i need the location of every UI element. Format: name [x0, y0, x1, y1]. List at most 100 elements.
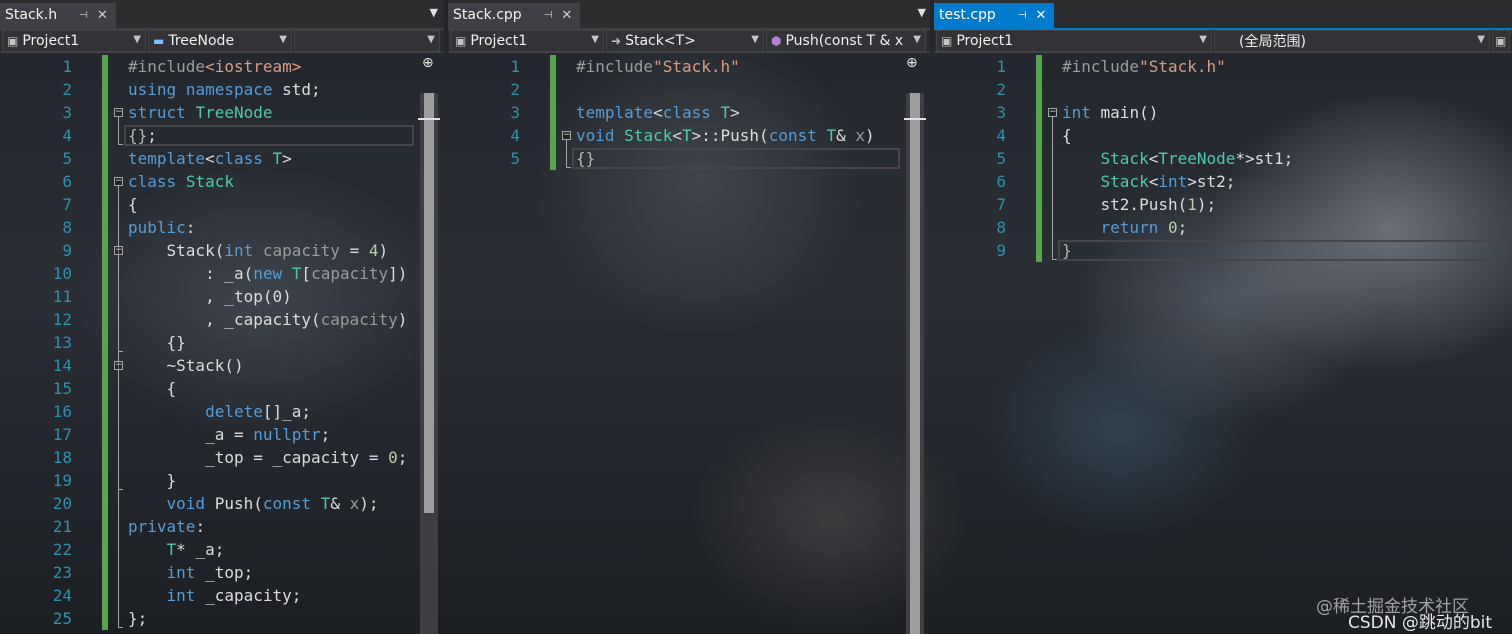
code-token: Stack	[1100, 172, 1149, 191]
code-line[interactable]: _top = _capacity = 0;	[128, 446, 407, 469]
code-line[interactable]: class Stack	[128, 170, 234, 193]
code-line[interactable]: private:	[128, 515, 205, 538]
code-line[interactable]: void Stack<T>::Push(const T& x)	[576, 124, 875, 147]
code-line[interactable]: ~Stack()	[128, 354, 244, 377]
code-token: template	[576, 103, 654, 122]
code-token: :	[185, 218, 196, 237]
code-line[interactable]: Stack<int>st2;	[1062, 170, 1236, 193]
line-number: 13	[52, 333, 72, 352]
code-line[interactable]: : _a(new T[capacity])	[128, 262, 407, 285]
code-line[interactable]: int _capacity;	[128, 584, 302, 607]
fold-guide-end	[118, 351, 123, 352]
code-line[interactable]: template<class T>	[128, 147, 292, 170]
close-icon[interactable]: ✕	[1036, 3, 1047, 28]
chevron-down-icon: ▼	[1477, 34, 1485, 45]
code-line[interactable]: }	[128, 469, 177, 492]
code-line[interactable]: {	[128, 193, 138, 216]
code-line[interactable]: st2.Push(1);	[1062, 193, 1217, 216]
scrollbar-thumb[interactable]	[424, 93, 434, 513]
project-dropdown[interactable]: ▣ Project1 ▼	[2, 30, 146, 52]
tab-stack-h[interactable]: Stack.h ⊣ ✕	[0, 3, 116, 28]
code-line[interactable]: Stack(int capacity = 4)	[128, 239, 389, 262]
scrollbar-thumb[interactable]	[910, 93, 920, 634]
pin-icon[interactable]: ⊣	[1018, 3, 1027, 28]
fold-collapse-icon[interactable]: −	[114, 177, 123, 186]
code-token: int	[224, 241, 254, 260]
code-token: Stack(	[128, 241, 225, 260]
chevron-down-icon: ▼	[1199, 34, 1207, 45]
code-editor[interactable]: − 1 #include"Stack.h" 2 3 int main() 4 {5 Stack…	[934, 53, 1512, 634]
split-window-icon[interactable]: ⊕	[906, 55, 918, 71]
code-line[interactable]: #include"Stack.h"	[1062, 55, 1226, 78]
fold-collapse-icon[interactable]: −	[114, 246, 123, 255]
project-dropdown[interactable]: ▣ Project1 ▼	[936, 30, 1212, 52]
close-icon[interactable]: ✕	[97, 3, 108, 28]
vertical-scrollbar[interactable]	[418, 93, 440, 634]
fold-collapse-icon[interactable]: −	[114, 108, 123, 117]
tab-label: Stack.h	[5, 7, 58, 23]
project-icon: ▣	[941, 34, 953, 48]
navigation-bar: ▣ Project1 ▼ (全局范围) ▼ ▣	[934, 30, 1512, 53]
tab-overflow-dropdown-icon[interactable]: ▼	[430, 6, 438, 19]
code-token: _top;	[195, 563, 254, 582]
close-icon[interactable]: ✕	[561, 3, 572, 28]
code-line[interactable]: {	[1062, 124, 1072, 147]
member-dropdown[interactable]: ▣	[1492, 30, 1510, 52]
tab-stack-cpp[interactable]: Stack.cpp ⊣ ✕	[448, 3, 581, 28]
vertical-scrollbar[interactable]	[904, 93, 926, 634]
code-line[interactable]: int _top;	[128, 561, 254, 584]
code-line[interactable]: {}	[128, 331, 186, 354]
editor-pane-stack-cpp: Stack.cpp ⊣ ✕ ▼ ▣ Project1 ▼ ➜ Stack<T> …	[448, 0, 930, 634]
code-token: x	[855, 126, 866, 145]
code-line[interactable]: #include"Stack.h"	[576, 55, 740, 78]
code-token: "Stack.h"	[1139, 57, 1226, 76]
code-token: , _top(0)	[128, 287, 292, 306]
split-window-icon[interactable]: ⊕	[422, 55, 434, 71]
code-line[interactable]: struct TreeNode	[128, 101, 273, 124]
code-line[interactable]: }	[1062, 239, 1072, 262]
code-token: ;	[147, 126, 157, 145]
code-token: #include	[128, 57, 206, 76]
code-line[interactable]: , _capacity(capacity)	[128, 308, 407, 331]
scope-dropdown[interactable]: ▬ TreeNode ▼	[148, 30, 292, 52]
code-line[interactable]: {	[128, 377, 177, 400]
fold-collapse-icon[interactable]: −	[562, 131, 571, 140]
project-dropdown[interactable]: ▣ Project1 ▼	[450, 30, 604, 52]
code-line[interactable]: Stack<TreeNode*>st1;	[1062, 147, 1294, 170]
code-line[interactable]: #include<iostream>	[128, 55, 301, 78]
code-line[interactable]: using namespace std;	[128, 78, 321, 101]
code-line[interactable]: _a = nullptr;	[128, 423, 330, 446]
code-line[interactable]: int main()	[1062, 101, 1158, 124]
code-token: struct	[128, 103, 186, 122]
code-line[interactable]: };	[128, 607, 147, 630]
code-token: , _capacity(	[128, 310, 321, 329]
scope-dropdown[interactable]: (全局范围) ▼	[1214, 30, 1490, 52]
code-token: >	[282, 149, 292, 168]
pin-icon[interactable]: ⊣	[544, 3, 553, 28]
code-line[interactable]: T* _a;	[128, 538, 225, 561]
code-line[interactable]: , _top(0)	[128, 285, 292, 308]
scope-dropdown[interactable]: ➜ Stack<T> ▼	[606, 30, 764, 52]
code-token: <	[1148, 172, 1159, 191]
code-line[interactable]: {}	[576, 147, 595, 170]
pin-icon[interactable]: ⊣	[79, 3, 88, 28]
code-token: Stack	[1100, 149, 1149, 168]
code-line[interactable]: {};	[128, 124, 157, 147]
member-dropdown[interactable]: ⬢ Push(const T & x ▼	[766, 30, 926, 52]
code-editor[interactable]: − − − − 1 #include<iostream> 2 using namespace …	[0, 53, 444, 634]
code-line[interactable]: delete[]_a;	[128, 400, 311, 423]
member-dropdown[interactable]: ▼	[294, 30, 440, 52]
code-line[interactable]: public:	[128, 216, 195, 239]
tab-overflow-dropdown-icon[interactable]: ▼	[918, 6, 926, 19]
fold-collapse-icon[interactable]: −	[114, 361, 123, 370]
tab-test-cpp[interactable]: test.cpp ⊣ ✕	[934, 3, 1055, 28]
code-line[interactable]: template<class T>	[576, 101, 740, 124]
code-editor[interactable]: −1 #include"Stack.h" 2 3 template<class T> 4 v…	[448, 53, 930, 634]
code-token: public	[128, 218, 186, 237]
code-line[interactable]: return 0;	[1062, 216, 1188, 239]
code-line[interactable]: void Push(const T& x);	[128, 492, 379, 515]
fold-collapse-icon[interactable]: −	[1048, 108, 1057, 117]
